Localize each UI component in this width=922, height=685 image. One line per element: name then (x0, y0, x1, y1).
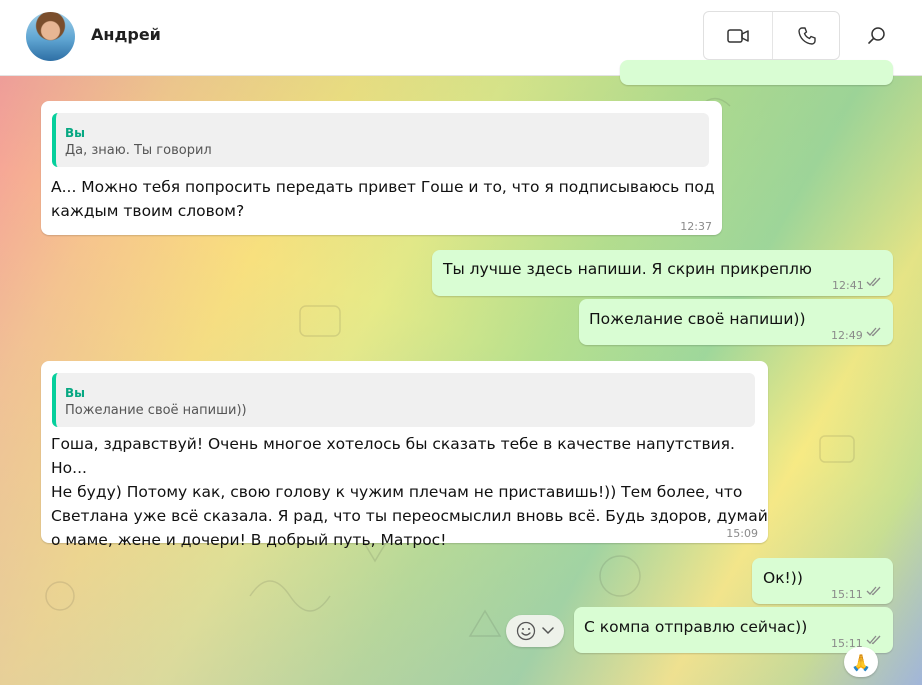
message-text: Ок!)) (763, 569, 803, 587)
message-bubble-outgoing[interactable]: Пожелание своё напиши)) 12:49 (579, 299, 893, 345)
reaction-picker-button[interactable] (506, 615, 564, 647)
chevron-down-icon (542, 627, 554, 635)
message-bubble-outgoing[interactable]: Ок!)) 15:11 (752, 558, 893, 604)
message-text: А... Можно тебя попросить передать приве… (51, 178, 715, 220)
quoted-message[interactable]: Вы Пожелание своё напиши)) (52, 373, 755, 427)
message-reaction[interactable]: 🙏 (844, 647, 878, 677)
video-camera-icon (727, 28, 749, 43)
quote-text: Да, знаю. Ты говорил (65, 143, 212, 158)
phone-icon (798, 26, 816, 45)
call-button-group (703, 11, 840, 60)
read-ticks-icon (866, 327, 881, 337)
quote-text: Пожелание своё напиши)) (65, 403, 247, 418)
message-bubble-outgoing[interactable]: С компа отправлю сейчас)) 15:11 (574, 607, 893, 653)
voice-call-button[interactable] (772, 12, 841, 59)
message-bubble-outgoing[interactable]: Ты лучше здесь напиши. Я скрин прикреплю… (432, 250, 893, 296)
message-text: Гоша, здравствуй! Очень многое хотелось … (51, 435, 768, 549)
avatar[interactable] (26, 12, 75, 61)
read-ticks-icon (866, 635, 881, 645)
message-time: 12:49 (831, 329, 863, 342)
message-text: Пожелание своё напиши)) (589, 310, 806, 328)
message-bubble-incoming[interactable]: Вы Да, знаю. Ты говорил А... Можно тебя … (41, 101, 722, 235)
message-time: 15:09 (726, 527, 758, 540)
message-bubble-partial[interactable] (620, 60, 893, 85)
quoted-message[interactable]: Вы Да, знаю. Ты говорил (52, 113, 709, 167)
message-text: С компа отправлю сейчас)) (584, 618, 808, 636)
message-time: 15:11 (831, 588, 863, 601)
read-ticks-icon (866, 586, 881, 596)
smiley-icon (516, 621, 536, 641)
message-bubble-incoming[interactable]: Вы Пожелание своё напиши)) Гоша, здравст… (41, 361, 768, 549)
video-call-button[interactable] (704, 12, 772, 59)
search-icon (868, 27, 885, 44)
contact-name[interactable]: Андрей (91, 25, 161, 44)
search-button[interactable] (860, 18, 894, 54)
message-time: 12:41 (832, 279, 864, 292)
message-time: 12:37 (680, 220, 712, 233)
message-text: Ты лучше здесь напиши. Я скрин прикреплю (443, 260, 812, 278)
read-ticks-icon (866, 277, 881, 287)
